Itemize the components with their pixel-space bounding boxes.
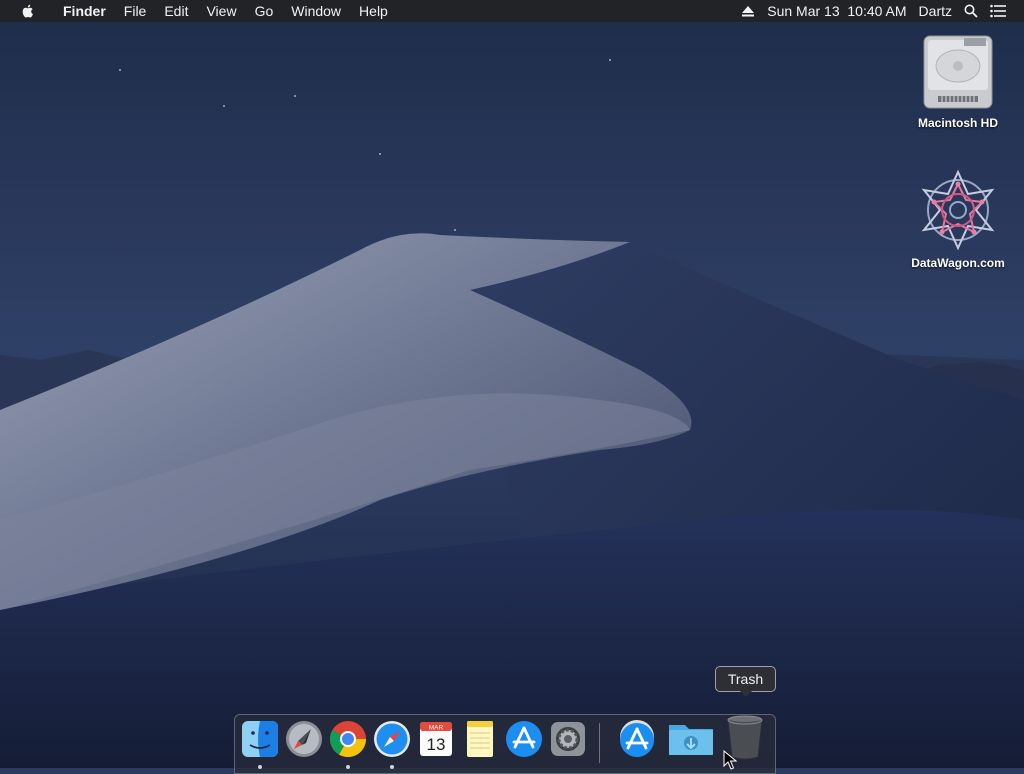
apple-logo-icon[interactable] — [20, 3, 36, 19]
dock-item-calendar[interactable]: MAR 13 — [416, 719, 456, 763]
dock-item-chrome[interactable] — [328, 719, 368, 769]
menu-go[interactable]: Go — [246, 0, 283, 22]
dock-item-finder[interactable] — [240, 719, 280, 769]
launchpad-icon — [286, 721, 322, 757]
menu-window[interactable]: Window — [282, 0, 350, 22]
dock-item-safari[interactable] — [372, 719, 412, 769]
notes-icon — [467, 721, 493, 757]
safari-icon — [374, 721, 410, 757]
dock-separator — [599, 723, 600, 763]
calendar-icon: MAR 13 — [420, 722, 452, 756]
user-name[interactable]: Dartz — [913, 0, 958, 22]
running-indicator — [390, 765, 394, 769]
calendar-month: MAR — [429, 725, 444, 732]
desktop-icon-label: Macintosh HD — [917, 116, 998, 130]
menu-file[interactable]: File — [115, 0, 156, 22]
mouse-cursor-icon — [723, 750, 737, 770]
dock-tooltip: Trash — [715, 666, 776, 692]
app-menu-finder[interactable]: Finder — [54, 0, 115, 22]
app-store-icon — [506, 721, 542, 757]
desktop-icon-label: DataWagon.com — [911, 256, 1005, 270]
desktop-icon-datawagon[interactable]: DataWagon.com — [903, 168, 1013, 270]
dock-item-system-preferences[interactable] — [548, 719, 588, 763]
hard-drive-icon — [923, 35, 993, 109]
downloads-folder-icon — [669, 725, 713, 755]
notification-center-icon[interactable] — [990, 4, 1006, 18]
tooltip-arrow — [740, 691, 752, 697]
eject-icon[interactable] — [741, 4, 755, 18]
menu-help[interactable]: Help — [350, 0, 397, 22]
dock-item-app-store-download[interactable] — [617, 719, 657, 763]
dock-item-app-store[interactable] — [504, 719, 544, 763]
network-volume-icon — [921, 169, 995, 251]
app-store-download-icon — [620, 720, 654, 757]
finder-icon — [242, 721, 278, 757]
dock-item-notes[interactable] — [460, 719, 500, 763]
desktop-wallpaper — [0, 0, 1024, 768]
menu-edit[interactable]: Edit — [155, 0, 197, 22]
menu-bar-status-area: Sun Mar 13 10:40 AM Dartz — [735, 0, 1024, 22]
menu-bar: Finder File Edit View Go Window Help Sun… — [0, 0, 1024, 22]
running-indicator — [346, 765, 350, 769]
menu-view[interactable]: View — [197, 0, 245, 22]
system-preferences-icon — [551, 722, 585, 756]
dock: MAR 13 — [234, 714, 776, 774]
spotlight-search-icon[interactable] — [964, 4, 978, 18]
chrome-icon — [329, 721, 366, 758]
dock-item-launchpad[interactable] — [284, 719, 324, 763]
calendar-day: 13 — [427, 735, 446, 754]
desktop-icon-macintosh-hd[interactable]: Macintosh HD — [903, 32, 1013, 130]
clock[interactable]: Sun Mar 13 10:40 AM — [761, 0, 912, 22]
menu-bar-left: Finder File Edit View Go Window Help — [0, 0, 397, 22]
dock-item-downloads[interactable] — [667, 719, 715, 763]
running-indicator — [258, 765, 262, 769]
